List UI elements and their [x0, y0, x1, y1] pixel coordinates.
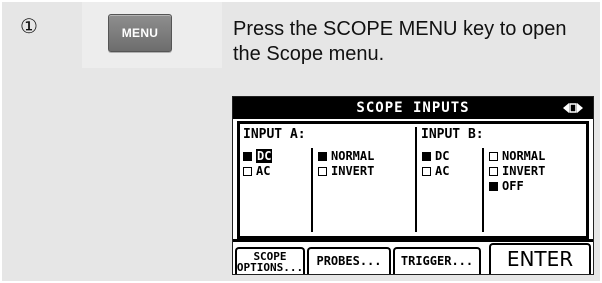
input-a-normal-option[interactable]: NORMAL — [318, 149, 374, 163]
input-b-off-option[interactable]: OFF — [489, 179, 524, 193]
input-a-dc-option[interactable]: DC — [243, 149, 273, 163]
step-column: ① — [2, 2, 82, 281]
left-right-arrows-icon — [563, 99, 583, 117]
input-b-dc-option[interactable]: DC — [422, 149, 449, 163]
divider-center — [415, 127, 417, 232]
selected-box-icon — [318, 152, 327, 161]
selected-box-icon — [243, 152, 252, 161]
unselected-box-icon — [422, 167, 431, 176]
unselected-box-icon — [489, 167, 498, 176]
input-b-normal-option[interactable]: NORMAL — [489, 149, 545, 163]
key-column-lower — [82, 68, 222, 281]
menu-key-button[interactable]: MENU — [108, 14, 172, 52]
input-b-ac-option[interactable]: AC — [422, 164, 449, 178]
input-b-invert-option[interactable]: INVERT — [489, 164, 545, 178]
selected-box-icon — [422, 152, 431, 161]
selected-box-icon — [489, 182, 498, 191]
divider-a-inner — [311, 148, 313, 232]
input-a-label: INPUT A: — [243, 127, 306, 142]
unselected-box-icon — [318, 167, 327, 176]
softkey-enter[interactable]: ENTER — [489, 243, 591, 274]
screen-options-area: INPUT A: INPUT B: DC AC NORMAL INVERT DC… — [237, 121, 589, 239]
input-a-invert-option[interactable]: INVERT — [318, 164, 374, 178]
softkey-scope-options[interactable]: SCOPE OPTIONS... — [235, 247, 305, 274]
unselected-box-icon — [243, 167, 252, 176]
softkey-divider — [233, 239, 593, 242]
instruction-text: Press the SCOPE MENU key to open the Sco… — [233, 18, 567, 65]
softkey-trigger[interactable]: TRIGGER... — [393, 247, 481, 274]
scope-inputs-screen: SCOPE INPUTS INPUT A: INPUT B: DC AC NOR… — [232, 96, 594, 275]
screen-title: SCOPE INPUTS — [356, 100, 470, 116]
input-b-label: INPUT B: — [421, 127, 484, 142]
softkey-bar: SCOPE OPTIONS... PROBES... TRIGGER... EN… — [233, 239, 593, 275]
divider-b-inner — [482, 148, 484, 232]
step-number: ① — [20, 14, 38, 38]
softkey-probes[interactable]: PROBES... — [307, 247, 391, 274]
unselected-box-icon — [489, 152, 498, 161]
screen-title-bar: SCOPE INPUTS — [233, 97, 593, 119]
input-a-ac-option[interactable]: AC — [243, 164, 270, 178]
